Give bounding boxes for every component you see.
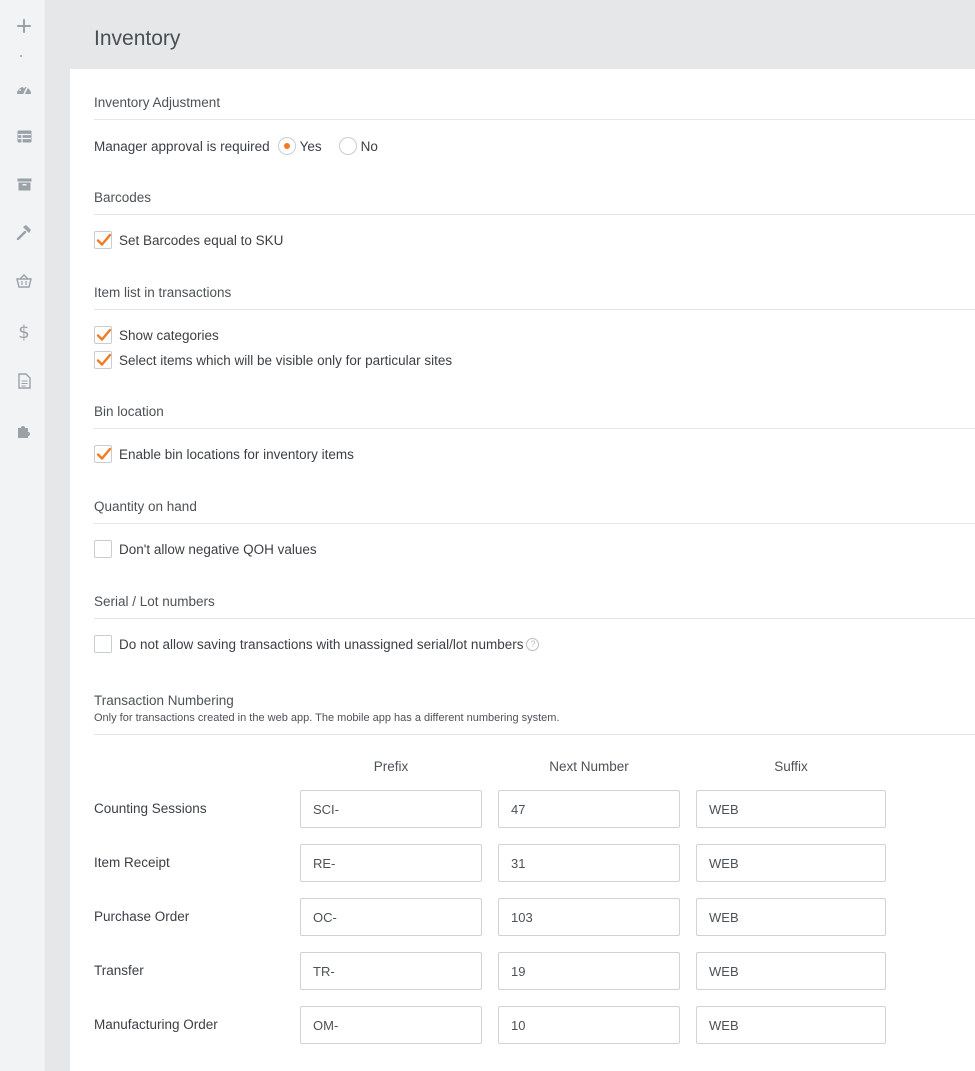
approval-no-radio[interactable] [338,137,357,155]
suffix-input[interactable] [696,898,886,936]
plus-icon[interactable] [12,14,36,38]
divider-dot [20,55,22,57]
next-number-input[interactable] [498,952,680,990]
column-header-suffix: Suffix [774,759,808,774]
next-number-input[interactable] [498,1006,680,1044]
section-subtitle: Only for transactions created in the web… [94,712,560,724]
barcodes-sku-label[interactable]: Set Barcodes equal to SKU [119,233,283,248]
section-bin-location: Bin location [94,404,975,419]
next-number-input[interactable] [498,844,680,882]
column-header-next-number: Next Number [549,759,629,774]
manager-approval-row: Manager approval is required Yes No [94,137,378,155]
help-icon[interactable]: ? [526,637,540,651]
suffix-input[interactable] [696,1006,886,1044]
column-header-prefix: Prefix [373,759,409,774]
prefix-input[interactable] [300,898,482,936]
top-bar: Inventory [46,0,975,69]
negative-qoh-label[interactable]: Don't allow negative QOH values [119,542,317,557]
section-title: Item list in transactions [94,285,232,300]
bin-locations-checkbox[interactable] [94,445,112,463]
numbering-row-label: Counting Sessions [94,801,207,816]
divider [94,618,975,619]
archive-icon[interactable] [12,172,36,196]
prefix-input[interactable] [300,952,482,990]
sidebar: $ [0,0,46,1071]
negative-qoh-checkbox[interactable] [94,540,112,558]
section-barcodes: Barcodes [94,190,975,205]
dollar-icon[interactable]: $ [12,320,36,344]
bin-locations-label[interactable]: Enable bin locations for inventory items [119,447,354,462]
site-visibility-checkbox[interactable] [94,351,112,369]
show-categories-row: Show categories [94,326,219,344]
puzzle-icon[interactable] [12,419,36,443]
suffix-input[interactable] [696,790,886,828]
manager-approval-label: Manager approval is required [94,138,270,154]
settings-panel: Inventory Adjustment Manager approval is… [70,69,975,1071]
section-title: Inventory Adjustment [94,95,221,110]
hammer-icon[interactable] [12,220,36,244]
serial-lot-row: Do not allow saving transactions with un… [94,635,540,653]
numbering-row-label: Purchase Order [94,909,190,924]
document-icon[interactable] [12,369,36,393]
dashboard-icon[interactable] [12,77,36,101]
approval-yes-label[interactable]: Yes [300,139,322,154]
show-categories-label[interactable]: Show categories [119,328,219,343]
suffix-input[interactable] [696,844,886,882]
section-quantity-on-hand: Quantity on hand [94,499,975,514]
page-title: Inventory [94,27,181,50]
suffix-input[interactable] [696,952,886,990]
section-title: Transaction Numbering [94,693,234,708]
show-categories-checkbox[interactable] [94,326,112,344]
bin-locations-row: Enable bin locations for inventory items [94,445,354,463]
section-title: Barcodes [94,190,152,205]
prefix-input[interactable] [300,1006,482,1044]
section-title: Quantity on hand [94,499,197,514]
negative-qoh-row: Don't allow negative QOH values [94,540,317,558]
numbering-row-label: Item Receipt [94,855,170,870]
barcodes-sku-row: Set Barcodes equal to SKU [94,231,283,249]
divider [94,119,975,120]
divider [94,428,975,429]
divider [94,214,975,215]
divider [94,523,975,524]
prefix-input[interactable] [300,844,482,882]
section-title: Serial / Lot numbers [94,594,215,609]
site-visibility-row: Select items which will be visible only … [94,351,452,369]
section-transaction-numbering: Transaction Numbering Only for transacti… [94,693,975,724]
divider [94,309,975,310]
section-title: Bin location [94,404,164,419]
next-number-input[interactable] [498,790,680,828]
serial-lot-label[interactable]: Do not allow saving transactions with un… [119,637,523,652]
numbering-row-label: Transfer [94,963,144,978]
section-item-list: Item list in transactions [94,285,975,300]
numbering-row-label: Manufacturing Order [94,1017,218,1032]
next-number-input[interactable] [498,898,680,936]
divider [94,734,975,735]
approval-yes-radio[interactable] [277,137,296,155]
barcodes-sku-checkbox[interactable] [94,231,112,249]
approval-no-label[interactable]: No [361,139,378,154]
prefix-input[interactable] [300,790,482,828]
table-icon[interactable] [12,124,36,148]
section-serial-lot: Serial / Lot numbers [94,594,975,609]
serial-lot-checkbox[interactable] [94,635,112,653]
basket-icon[interactable] [12,269,36,293]
section-inventory-adjustment: Inventory Adjustment [94,95,975,110]
site-visibility-label[interactable]: Select items which will be visible only … [119,353,452,368]
